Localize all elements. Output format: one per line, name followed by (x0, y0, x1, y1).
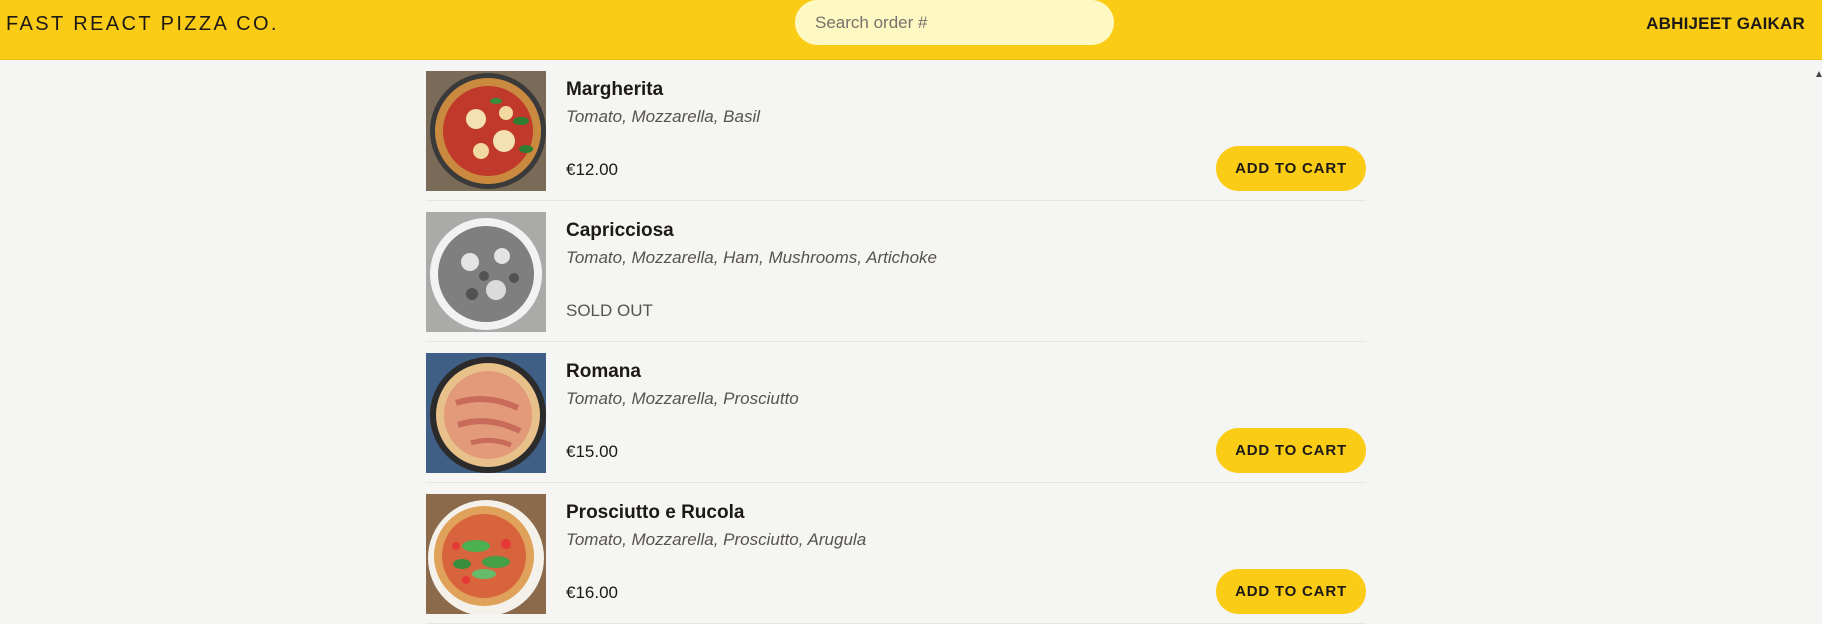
sold-out-label: SOLD OUT (566, 301, 653, 320)
pizza-price: €16.00 (566, 583, 618, 602)
pizza-photo-margherita (426, 71, 546, 191)
pizza-photo-romana (426, 353, 546, 473)
pizza-image (426, 71, 546, 191)
brand-logo-link[interactable]: FAST REACT PIZZA CO. (6, 13, 279, 36)
pizza-price: €15.00 (566, 442, 618, 461)
search-order-input[interactable] (795, 0, 1114, 45)
app-header: FAST REACT PIZZA CO. ABHIJEET GAIKAR (0, 0, 1822, 60)
pizza-image (426, 353, 546, 473)
menu-item-romana: Romana Tomato, Mozzarella, Prosciutto €1… (426, 342, 1366, 483)
pizza-ingredients: Tomato, Mozzarella, Ham, Mushrooms, Arti… (566, 248, 937, 267)
pizza-image (426, 494, 546, 614)
scrollbar-arrow-icon[interactable]: ▲ (1814, 69, 1822, 80)
add-to-cart-button[interactable]: ADD TO CART (1216, 146, 1366, 191)
username: ABHIJEET GAIKAR (1646, 14, 1805, 33)
pizza-name: Capricciosa (566, 220, 674, 241)
pizza-photo-prosciutto-e-rucola (426, 494, 546, 614)
pizza-ingredients: Tomato, Mozzarella, Prosciutto, Arugula (566, 530, 867, 549)
pizza-menu-list: Margherita Tomato, Mozzarella, Basil €12… (426, 60, 1366, 624)
add-to-cart-button[interactable]: ADD TO CART (1216, 569, 1366, 614)
pizza-name: Prosciutto e Rucola (566, 502, 745, 523)
add-to-cart-button[interactable]: ADD TO CART (1216, 428, 1366, 473)
menu-item-capricciosa: Capricciosa Tomato, Mozzarella, Ham, Mus… (426, 201, 1366, 342)
menu-item-prosciutto-e-rucola: Prosciutto e Rucola Tomato, Mozzarella, … (426, 483, 1366, 624)
pizza-image (426, 212, 546, 332)
pizza-name: Romana (566, 361, 641, 382)
pizza-ingredients: Tomato, Mozzarella, Prosciutto (566, 389, 799, 408)
pizza-price: €12.00 (566, 160, 618, 179)
pizza-photo-capricciosa (426, 212, 546, 332)
pizza-name: Margherita (566, 79, 664, 100)
menu-item-margherita: Margherita Tomato, Mozzarella, Basil €12… (426, 60, 1366, 201)
pizza-ingredients: Tomato, Mozzarella, Basil (566, 107, 761, 126)
